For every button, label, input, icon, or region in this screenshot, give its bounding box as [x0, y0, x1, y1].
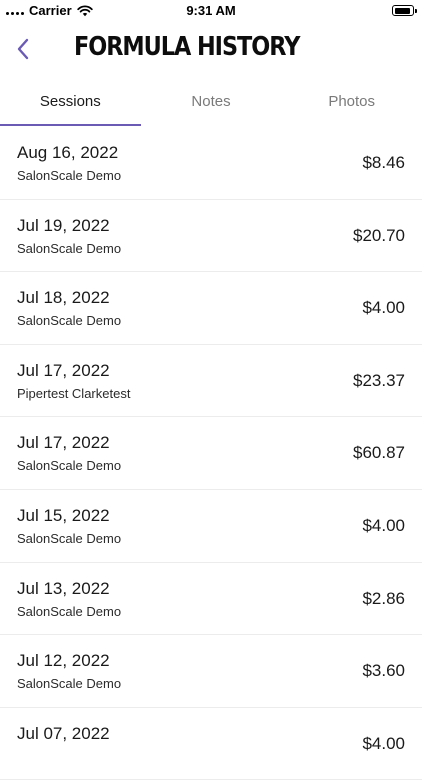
- tab-photos[interactable]: Photos: [281, 82, 422, 126]
- session-client: SalonScale Demo: [17, 168, 122, 183]
- tab-bar: Sessions Notes Photos: [0, 82, 422, 126]
- session-row[interactable]: Jul 17, 2022 SalonScale Demo $60.87: [0, 417, 422, 490]
- session-list: Aug 16, 2022 SalonScale Demo $8.46 Jul 1…: [0, 127, 422, 780]
- session-row[interactable]: Jul 15, 2022 SalonScale Demo $4.00: [0, 490, 422, 563]
- session-amount: $2.86: [362, 588, 405, 608]
- session-date: Jul 07, 2022: [17, 723, 110, 743]
- session-date: Jul 18, 2022: [17, 288, 110, 308]
- session-amount: $8.46: [362, 153, 405, 172]
- session-client: SalonScale Demo: [17, 240, 122, 256]
- session-date: Jul 12, 2022: [17, 651, 110, 671]
- session-client: SalonScale Demo: [17, 603, 122, 619]
- session-date: Jul 19, 2022: [17, 215, 110, 235]
- session-client: SalonScale Demo: [17, 676, 122, 692]
- session-client: SalonScale Demo: [17, 313, 122, 329]
- session-amount: $60.87: [353, 443, 405, 463]
- session-client: SalonScale Demo: [17, 458, 122, 474]
- session-amount: $20.70: [353, 225, 405, 245]
- session-row[interactable]: Jul 07, 2022 $4.00: [0, 708, 422, 780]
- session-row[interactable]: Jul 17, 2022 Pipertest Clarketest $23.37: [0, 345, 422, 418]
- session-amount: $4.00: [362, 733, 405, 753]
- session-client: SalonScale Demo: [17, 530, 122, 546]
- session-amount: $23.37: [353, 370, 405, 390]
- page-title: FORMULA HISTORY: [74, 32, 300, 62]
- back-button[interactable]: [10, 34, 36, 64]
- session-date: Jul 17, 2022: [17, 433, 110, 453]
- tab-sessions[interactable]: Sessions: [0, 82, 141, 126]
- session-date: Jul 15, 2022: [17, 505, 110, 525]
- session-client: Pipertest Clarketest: [17, 385, 131, 401]
- session-amount: $3.60: [362, 661, 405, 681]
- clock: 9:31 AM: [186, 3, 236, 18]
- session-date: Jul 13, 2022: [17, 578, 110, 598]
- session-row[interactable]: Jul 13, 2022 SalonScale Demo $2.86: [0, 563, 422, 636]
- session-amount: $4.00: [362, 298, 405, 318]
- chevron-left-icon: [17, 38, 29, 60]
- session-date: Jul 17, 2022: [17, 360, 110, 380]
- session-row[interactable]: Jul 12, 2022 SalonScale Demo $3.60: [0, 635, 422, 708]
- session-row[interactable]: Jul 18, 2022 SalonScale Demo $4.00: [0, 272, 422, 345]
- battery-icon: [392, 5, 417, 16]
- session-row[interactable]: Aug 16, 2022 SalonScale Demo $8.46: [0, 127, 422, 200]
- session-date: Aug 16, 2022: [17, 143, 119, 162]
- nav-header: FORMULA HISTORY: [0, 22, 422, 80]
- tab-notes[interactable]: Notes: [141, 82, 282, 126]
- status-bar: Carrier 9:31 AM: [0, 0, 422, 22]
- session-row[interactable]: Jul 19, 2022 SalonScale Demo $20.70: [0, 200, 422, 273]
- session-amount: $4.00: [362, 515, 405, 535]
